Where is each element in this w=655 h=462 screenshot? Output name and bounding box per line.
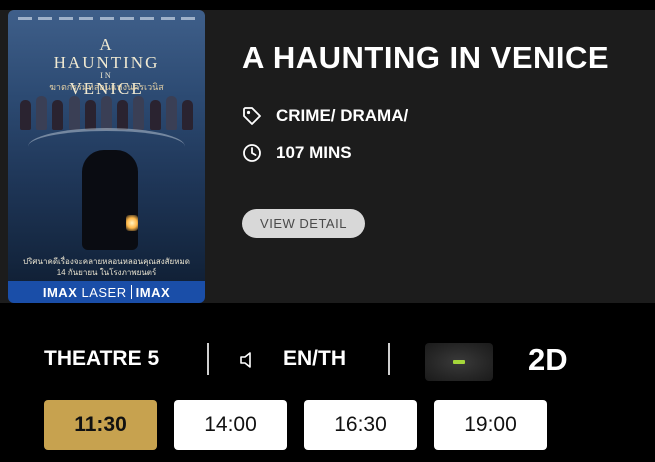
- poster-lantern: [126, 215, 138, 231]
- poster-detective-figure: [82, 150, 138, 250]
- tag-icon: [243, 107, 261, 125]
- clock-icon: [243, 144, 261, 162]
- duration-row: 107 MINS: [242, 143, 352, 163]
- format-badge: [425, 343, 493, 381]
- poster-thai-title: ฆาตกรรมหลอนแห่งนครเวนิส: [49, 82, 164, 92]
- showtime-button[interactable]: 19:00: [434, 400, 547, 450]
- showtime-list: 11:30 14:00 16:30 19:00: [44, 400, 547, 450]
- session-info-row: THEATRE 5 EN/TH 2D: [0, 336, 655, 382]
- speaker-icon: [240, 352, 251, 368]
- divider: [388, 343, 390, 375]
- showtime-button[interactable]: 14:00: [174, 400, 287, 450]
- format-label: 2D: [528, 342, 568, 377]
- divider: [207, 343, 209, 375]
- movie-card: A HAUNTING IN VENICE ฆาตกรรมหลอนแห่งนครเ…: [0, 10, 655, 303]
- movie-title: A HAUNTING IN VENICE: [242, 40, 610, 75]
- showtime-button-selected[interactable]: 11:30: [44, 400, 157, 450]
- duration-text: 107 MINS: [276, 143, 352, 162]
- audio-language: EN/TH: [283, 347, 346, 370]
- poster-cast-figures: [20, 94, 193, 130]
- view-detail-button[interactable]: VIEW DETAIL: [242, 209, 365, 238]
- theatre-label: THEATRE 5: [44, 347, 160, 370]
- showtime-button[interactable]: 16:30: [304, 400, 417, 450]
- minus-badge-icon: [453, 360, 465, 364]
- imax-laser-banner: IMAX LASER IMAX: [8, 281, 205, 303]
- poster-cast-names: [18, 13, 195, 29]
- genre-row: CRIME/ DRAMA/: [242, 106, 408, 126]
- poster-tagline: ปริศนาคดีเรื่องจะคลายหลอนหลอนคุณสงสัยหมด…: [23, 257, 190, 277]
- genre-text: CRIME/ DRAMA/: [276, 106, 409, 125]
- movie-poster[interactable]: A HAUNTING IN VENICE ฆาตกรรมหลอนแห่งนครเ…: [8, 10, 205, 303]
